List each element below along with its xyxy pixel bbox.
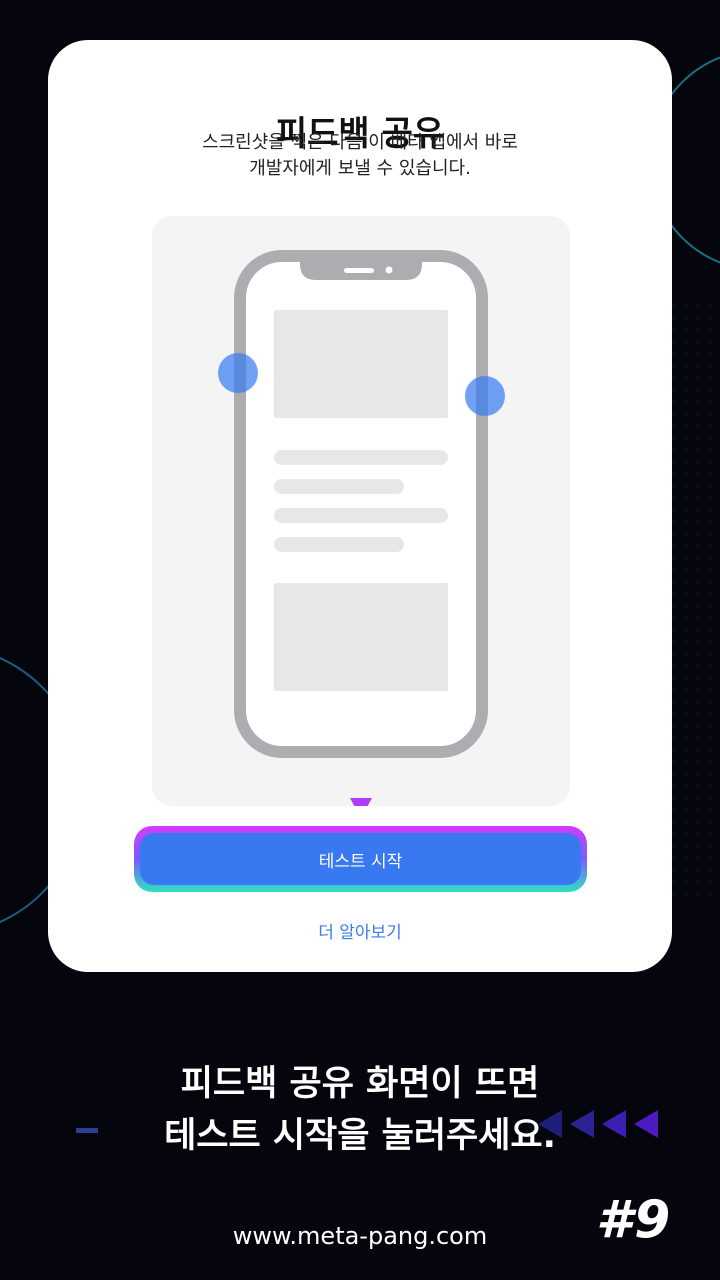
subtitle-line-2: 개발자에게 보낼 수 있습니다. <box>249 158 471 179</box>
caption-line-2: 테스트 시작을 눌러주세요. <box>164 1116 556 1156</box>
caption-line-1: 피드백 공유 화면이 뜨면 <box>180 1064 540 1104</box>
phone-speaker <box>344 268 374 273</box>
screen-text-line <box>274 508 448 523</box>
subtitle-line-1: 스크린샷을 찍은 다음 이 베타 앱에서 바로 <box>202 132 518 153</box>
press-indicator-left <box>218 353 258 393</box>
press-indicator-right <box>465 376 505 416</box>
phone-camera <box>385 266 393 274</box>
learn-more-link[interactable]: 더 알아보기 <box>48 918 672 943</box>
step-number-badge: #9 <box>596 1190 673 1250</box>
start-testing-button[interactable]: 테스트 시작 <box>140 833 581 885</box>
screen-text-line <box>274 479 404 494</box>
instruction-caption: 피드백 공유 화면이 뜨면 테스트 시작을 눌러주세요. <box>0 1058 720 1162</box>
screen-image-placeholder <box>274 583 448 691</box>
dialog-subtitle: 스크린샷을 찍은 다음 이 베타 앱에서 바로 개발자에게 보낼 수 있습니다. <box>48 130 672 182</box>
screen-text-line <box>274 537 404 552</box>
feedback-share-dialog: 피드백 공유 스크린샷을 찍은 다음 이 베타 앱에서 바로 개발자에게 보낼 … <box>48 40 672 972</box>
phone-screenshot-illustration <box>152 216 570 806</box>
down-arrow-head <box>350 798 372 806</box>
screen-image-placeholder <box>274 310 448 418</box>
phone-illustration <box>218 250 505 806</box>
screen-text-line <box>274 450 448 465</box>
